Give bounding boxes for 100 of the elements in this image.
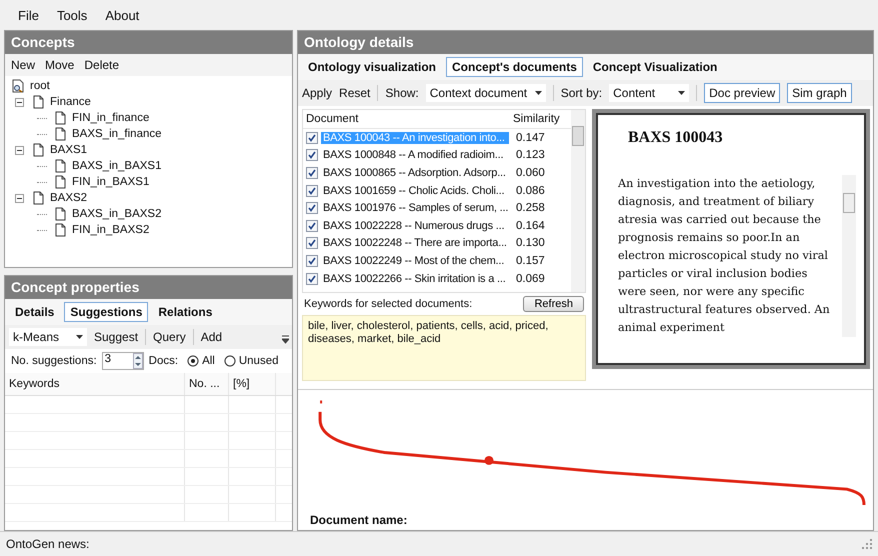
document-heading: BAXS 100043 [627,128,724,148]
column-header[interactable]: [%] [229,373,276,395]
document-title[interactable]: BAXS 1000848 -- A modified radioim... [321,149,509,162]
tree-item[interactable]: FIN_in_finance [70,112,150,124]
tab[interactable]: Details [9,302,60,322]
checkbox[interactable] [306,254,318,267]
tree-item[interactable]: Finance [48,96,91,108]
document-title[interactable]: BAXS 1001976 -- Samples of serum, ... [321,202,509,214]
document-icon [31,143,45,157]
tab[interactable]: Concept Visualization [586,57,724,77]
toolbar-button[interactable]: Query [153,330,186,344]
checkbox[interactable] [306,184,318,197]
toolbar-button[interactable]: Apply [302,86,332,100]
toolbar-button[interactable]: Delete [84,58,120,72]
sort-dropdown[interactable]: Content [609,84,690,102]
docs-label: Docs: [148,355,178,367]
document-icon [53,207,67,221]
toggle-button[interactable]: Doc preview [704,83,780,103]
checkbox[interactable] [306,272,318,285]
tree-item[interactable]: FIN_in_BAXS2 [70,224,150,236]
panel-title: Ontology details [298,31,873,54]
radio-label[interactable]: All [202,355,215,367]
similarity-value: 0.069 [515,272,546,285]
document-title[interactable]: BAXS 10022266 -- Skin irritation is a ... [321,272,509,285]
document-icon [31,191,45,205]
toolbar-button[interactable]: Move [45,58,74,72]
menu-item[interactable]: Tools [56,8,88,22]
scrollbar[interactable] [842,175,856,337]
keywords-text: bile, liver, cholesterol, patients, cells, acid, priced, diseases, market, bile_acid [302,315,586,381]
method-dropdown[interactable]: k-Means [9,328,87,346]
show-label: Show: [385,86,419,100]
checkbox[interactable] [306,166,318,179]
tab[interactable]: Relations [152,302,218,322]
caret-icon [534,91,542,95]
checkbox[interactable] [306,202,318,214]
tree-item[interactable]: BAXS_in_BAXS1 [70,160,162,172]
caret-icon [678,91,686,95]
radio-button[interactable] [224,355,236,367]
similarity-value: 0.060 [515,166,546,179]
document-icon [53,223,67,237]
radio-button[interactable] [187,355,200,367]
tree-item[interactable]: BAXS_in_BAXS2 [70,208,162,220]
checkbox[interactable] [306,220,318,232]
resize-grip-icon[interactable] [862,539,872,549]
toolbar-button[interactable]: Reset [339,86,370,100]
similarity-value: 0.123 [515,149,546,162]
document-title[interactable]: BAXS 1000865 -- Adsorption. Adsorp... [321,166,509,179]
similarity-value: 0.130 [515,237,546,250]
tree-item[interactable]: BAXS_in_finance [70,128,162,140]
sort-label: Sort by: [560,86,602,100]
collapse-icon[interactable] [15,146,24,154]
radio-label[interactable]: Unused [238,355,278,367]
column-header[interactable]: Similarity [510,113,563,125]
toolbar-button[interactable]: Suggest [94,330,138,344]
toolbar-button[interactable]: New [11,58,36,72]
refresh-button[interactable]: Refresh [523,296,584,312]
document-icon [31,95,45,109]
number-spinner[interactable]: 3 [102,352,144,370]
spinner-arrows-icon [132,353,143,369]
show-dropdown[interactable]: Context document [426,84,546,102]
tab[interactable]: Concept's documents [446,57,583,77]
document-title[interactable]: BAXS 10022249 -- Most of the chem... [321,254,509,267]
menu-item[interactable]: File [18,8,39,22]
similarity-value: 0.147 [515,132,546,144]
document-icon [53,127,67,141]
similarity-value: 0.157 [515,254,546,267]
column-header[interactable]: No. ... [185,373,229,395]
similarity-value: 0.164 [515,220,546,232]
tree-item[interactable]: BAXS2 [48,192,88,204]
scrollbar[interactable] [571,110,585,292]
panel-title: Concepts [5,31,292,54]
search-document-icon [11,79,25,93]
status-text: OntoGen news: [6,537,90,551]
tab[interactable]: Ontology visualization [302,57,442,77]
document-title[interactable]: BAXS 1001659 -- Cholic Acids. Choli... [321,184,509,197]
tree-item[interactable]: BAXS1 [48,144,88,156]
document-name-label: Document name: [309,513,408,527]
suggestions-label: No. suggestions: [11,355,97,367]
tab[interactable]: Suggestions [64,302,148,322]
keywords-label: Keywords for selected documents: [304,298,472,310]
document-title[interactable]: BAXS 10022228 -- Numerous drugs ... [321,220,509,232]
toolbar-button[interactable]: Add [200,330,222,344]
caret-icon [76,335,83,339]
document-icon [53,175,67,189]
column-header[interactable]: Keywords [5,373,185,395]
menu-item[interactable]: About [105,8,140,22]
tree-item[interactable]: FIN_in_BAXS1 [70,176,150,188]
checkbox[interactable] [306,132,318,144]
tree-item[interactable]: root [28,80,50,92]
collapse-icon[interactable] [15,98,24,106]
checkbox[interactable] [306,149,318,162]
collapse-icon[interactable] [15,194,24,202]
document-title[interactable]: BAXS 10022248 -- There are importa... [321,237,509,250]
checkbox[interactable] [306,237,318,250]
similarity-value: 0.086 [515,184,546,197]
column-header[interactable]: Document [303,113,510,125]
document-icon [53,159,67,173]
overflow-icon[interactable] [282,335,289,344]
document-text: An investigation into the aetiology, diagnosis, and treatment of biliary atresia was carried out because the prognosis remains so poor.In an electron microscopical study no viral particles or viral inclusion bodies were seen, nor were any specific ultrastructural features observed. An animal experiment [618,176,831,336]
toggle-button[interactable]: Sim graph [787,83,852,103]
